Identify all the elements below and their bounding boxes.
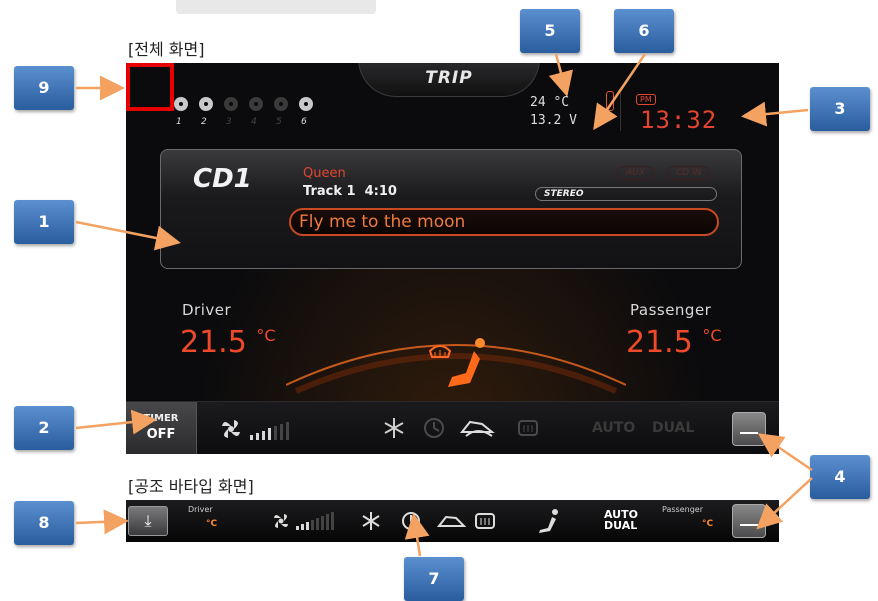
arrow-8 (75, 509, 129, 535)
arrow-5 (548, 53, 573, 97)
callout-arrows (75, 53, 813, 557)
arrow-7 (404, 513, 430, 557)
arrow-1 (75, 220, 181, 251)
arrow-2 (75, 409, 157, 435)
arrow-4b (756, 477, 813, 530)
arrow-3 (741, 101, 809, 127)
arrow-4a (757, 433, 813, 472)
arrow-6 (593, 53, 647, 131)
